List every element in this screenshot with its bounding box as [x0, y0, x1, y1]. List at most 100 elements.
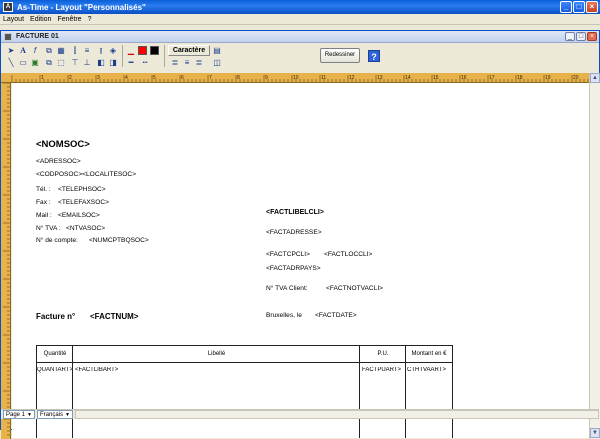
page-select[interactable]: Page 1 ▼ — [3, 410, 35, 419]
field-factnotvacli[interactable]: <FACTNOTVACLI> — [326, 285, 383, 292]
text-align-right-icon[interactable]: ≣ — [194, 58, 204, 68]
align-top-icon[interactable]: ⊤ — [70, 58, 80, 68]
image-tool-icon[interactable]: ▣ — [30, 58, 40, 68]
help-button[interactable]: ? — [368, 50, 380, 62]
svg-text:8: 8 — [237, 75, 240, 81]
bring-front-icon[interactable]: ◧ — [96, 58, 106, 68]
svg-text:4: 4 — [125, 75, 128, 81]
svg-text:5: 5 — [153, 75, 156, 81]
group-icon[interactable]: ⧉ — [44, 46, 54, 56]
align-center-icon[interactable]: ≡ — [82, 46, 92, 56]
svg-text:1: 1 — [41, 75, 44, 81]
header-montant: Montant en € — [411, 351, 447, 357]
field-factcpcli[interactable]: <FACTCPCLI> — [266, 251, 310, 258]
text-tool-icon[interactable]: A — [18, 46, 28, 56]
language-select[interactable]: Français ▼ — [36, 410, 73, 419]
pointer-icon[interactable]: ➤ — [6, 46, 16, 56]
black-swatch[interactable] — [150, 46, 159, 55]
document-icon — [4, 32, 12, 41]
label-date: Bruxelles, le — [266, 312, 302, 319]
chevron-down-icon: ▼ — [27, 411, 32, 418]
field-factadrpays[interactable]: <FACTADRPAYS> — [266, 265, 321, 272]
label-tel: Tél. : — [36, 186, 51, 193]
align-bottom-icon[interactable]: ⊥ — [82, 58, 92, 68]
text-align-center-icon[interactable]: ≡ — [182, 58, 192, 68]
red-swatch[interactable] — [138, 46, 147, 55]
cell-ctthvaart[interactable]: CTHTVAART> — [407, 367, 451, 373]
field-emailsoc[interactable]: <EMAILSOC> — [58, 212, 100, 219]
menu-help[interactable]: ? — [85, 16, 95, 23]
header-libelle: Libellé — [207, 351, 226, 357]
vertical-scrollbar[interactable]: ▲ ▼ — [589, 73, 600, 439]
layout-child-window: FACTURE 01 _ □ × ➤ A f ⧉ ▦ ⫿ ≡ ⫾ ◈ ▁ Car… — [0, 30, 600, 439]
distribute-icon[interactable]: ⬚ — [56, 58, 66, 68]
paint-icon[interactable]: ◈ — [108, 46, 118, 56]
child-close-button[interactable]: × — [587, 32, 597, 41]
menu-bar: Layout Edition Fenêtre ? — [0, 14, 600, 25]
label-tva: N° TVA : — [36, 225, 61, 232]
field-factloccli[interactable]: <FACTLOCCLI> — [324, 251, 372, 258]
app-icon: A — [3, 2, 13, 12]
text-align-left-icon[interactable]: ≣ — [170, 58, 180, 68]
cell-factpuart[interactable]: FACTPUART> — [362, 367, 406, 373]
svg-text:2: 2 — [69, 75, 72, 81]
send-back-icon[interactable]: ◨ — [108, 58, 118, 68]
field-adressoc[interactable]: <ADRESSOC> — [36, 158, 81, 165]
header-quantite: Quantité — [43, 351, 67, 357]
field-telefaxsoc[interactable]: <TELEFAXSOC> — [58, 199, 109, 206]
menu-edition[interactable]: Edition — [27, 16, 54, 23]
copy-icon[interactable]: ⧉ — [44, 58, 54, 68]
caractere-label[interactable]: Caractère — [168, 45, 210, 56]
svg-text:6: 6 — [181, 75, 184, 81]
align-right-icon[interactable]: ⫾ — [96, 46, 106, 56]
field-numcptbqsoc[interactable]: <NUMCPTBQSOC> — [89, 237, 149, 244]
rectangle-tool-icon[interactable]: ▭ — [18, 58, 28, 68]
horizontal-scrollbar[interactable] — [74, 410, 599, 419]
text-color-icon[interactable]: ▁ — [126, 46, 136, 56]
column-libelle — [73, 346, 360, 438]
menu-fenetre[interactable]: Fenêtre — [54, 16, 84, 23]
horizontal-ruler: 1 2 3 4 5 6 7 8 9 10 11 12 13 14 15 16 17 18 19 20 — [1, 73, 589, 83]
line-tool-icon[interactable]: ╲ — [6, 58, 16, 68]
field-factdate[interactable]: <FACTDATE> — [315, 312, 357, 319]
child-restore-button[interactable]: □ — [576, 32, 586, 41]
vertical-ruler — [1, 83, 11, 439]
minimize-button[interactable]: _ — [560, 1, 572, 13]
cell-factlibart[interactable]: <FACTLIBART> — [75, 367, 355, 373]
line-style-icon[interactable]: ┅ — [140, 58, 150, 68]
field-nomsoc[interactable]: <NOMSOC> — [36, 139, 90, 150]
app-titlebar: A As-Time - Layout "Personnalisés" _ □ × — [0, 0, 600, 14]
cell-quantart[interactable]: QUANTART> — [37, 367, 72, 373]
column-pu — [360, 346, 406, 438]
header-pu: P.U. — [377, 351, 389, 357]
grid-icon[interactable]: ▦ — [56, 46, 66, 56]
language-select-value: Français — [39, 411, 63, 418]
child-minimize-button[interactable]: _ — [565, 32, 575, 41]
svg-text:3: 3 — [97, 75, 100, 81]
field-codposoc[interactable]: <CODPOSOC><LOCALITESOC> — [36, 171, 136, 178]
scroll-up-icon[interactable]: ▲ — [590, 73, 600, 83]
field-factlibelcli[interactable]: <FACTLIBELCLI> — [266, 209, 324, 216]
menu-layout[interactable]: Layout — [0, 16, 27, 23]
close-button[interactable]: × — [586, 1, 598, 13]
svg-text:7: 7 — [209, 75, 212, 81]
table-icon[interactable]: ▤ — [212, 46, 222, 56]
align-left-icon[interactable]: ⫿ — [70, 46, 80, 56]
label-tva-client: N° TVA Client: — [266, 285, 308, 292]
maximize-button[interactable]: □ — [573, 1, 585, 13]
line-width-icon[interactable]: ━ — [126, 58, 136, 68]
field-tool-icon[interactable]: f — [30, 46, 40, 56]
invoice-table[interactable]: Quantité Libellé P.U. Montant en € QUANT… — [36, 345, 453, 438]
label-mail: Mail : — [36, 212, 52, 219]
field-ntvasoc[interactable]: <NTVASOC> — [66, 225, 105, 232]
document-canvas[interactable]: <NOMSOC> <ADRESSOC> <CODPOSOC><LOCALITES… — [12, 83, 589, 438]
redessiner-button[interactable]: Redessiner — [320, 48, 360, 63]
toolbar: ➤ A f ⧉ ▦ ⫿ ≡ ⫾ ◈ ▁ Caractère ▤ ╲ ▭ ▣ ⧉ … — [4, 44, 598, 70]
field-telephsoc[interactable]: <TELEPHSOC> — [58, 186, 106, 193]
properties-icon[interactable]: ◫ — [212, 58, 222, 68]
field-factnum[interactable]: <FACTNUM> — [90, 312, 138, 321]
svg-text:9: 9 — [265, 75, 268, 81]
chevron-down-icon: ▼ — [65, 411, 70, 418]
field-factadresse[interactable]: <FACTADRESSE> — [266, 229, 322, 236]
child-title: FACTURE 01 — [16, 33, 59, 40]
